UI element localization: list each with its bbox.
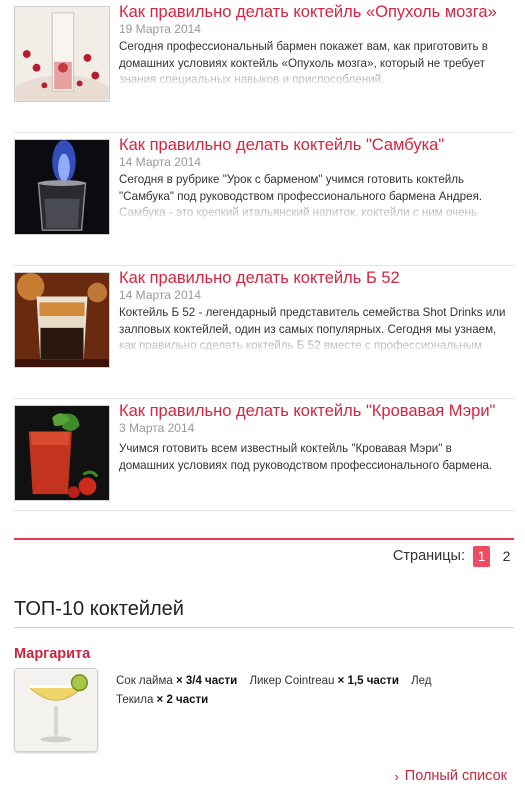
article-excerpt: Учимся готовить всем известный коктейль …	[119, 441, 510, 489]
cocktail-name-link[interactable]: Маргарита	[14, 646, 90, 662]
ingredient-name: Сок лайма	[116, 675, 173, 687]
page-2-button[interactable]: 2	[498, 546, 515, 567]
ingredient-item: Ликер Cointreau × 1,5 части	[249, 675, 398, 687]
article-title[interactable]: Как правильно делать коктейль "Кровавая …	[119, 401, 514, 421]
article-item[interactable]: Как правильно делать коктейль Б 52 14 Ма…	[14, 266, 514, 399]
article-date: 19 Марта 2014	[119, 22, 201, 36]
pagination: Страницы: 1 2	[393, 545, 515, 567]
top10-title: ТОП-10 коктейлей	[14, 598, 184, 620]
ingredient-amount: × 2 части	[156, 693, 209, 706]
article-item[interactable]: Как правильно делать коктейль «Опухоль м…	[14, 0, 514, 133]
ingredients-list: Сок лайма × 3/4 части Ликер Cointreau × …	[116, 672, 506, 709]
ingredient-item: Сок лайма × 3/4 части	[116, 675, 237, 687]
pagination-label: Страницы:	[392, 548, 465, 564]
cocktail-thumbnail-margarita[interactable]	[14, 668, 98, 752]
article-thumbnail-bloody-mary[interactable]	[14, 405, 110, 501]
full-list-label: Полный список	[404, 768, 507, 784]
chevron-right-icon: ›	[394, 768, 399, 784]
article-title[interactable]: Как правильно делать коктейль «Опухоль м…	[119, 2, 514, 22]
ingredient-amount: × 3/4 части	[175, 675, 238, 687]
top10-divider	[14, 627, 514, 628]
ingredient-name: Ликер Cointreau	[249, 675, 335, 687]
excerpt-fade	[119, 202, 510, 220]
article-date: 3 Марта 2014	[119, 421, 195, 435]
ingredient-item: Лед	[411, 675, 431, 687]
article-title[interactable]: Как правильно делать коктейль "Самбука"	[119, 135, 514, 155]
article-excerpt: Коктейль Б 52 - легендарный представител…	[119, 305, 510, 353]
article-thumbnail-brain-tumor-shot[interactable]	[14, 6, 110, 102]
ingredient-item: Текила × 2 части	[116, 694, 208, 706]
page-1-button[interactable]: 1	[473, 545, 490, 567]
article-excerpt-text: Учимся готовить всем известный коктейль …	[119, 442, 493, 472]
ingredient-name: Текила	[116, 693, 154, 706]
article-date: 14 Марта 2014	[119, 288, 201, 302]
article-thumbnail-sambuca[interactable]	[14, 139, 110, 235]
pagination-divider	[14, 538, 514, 540]
article-excerpt: Сегодня в рубрике "Урок с барменом" учим…	[119, 172, 510, 220]
ingredient-name: Лед	[411, 675, 432, 687]
article-excerpt: Сегодня профессиональный бармен покажет …	[119, 39, 510, 87]
article-thumbnail-b52[interactable]	[14, 272, 110, 368]
excerpt-fade	[119, 335, 510, 353]
ingredient-amount: × 1,5 части	[337, 675, 399, 687]
article-date: 14 Марта 2014	[119, 155, 201, 169]
full-list-link[interactable]: › Полный список	[394, 768, 507, 784]
article-title[interactable]: Как правильно делать коктейль Б 52	[119, 268, 514, 288]
article-item[interactable]: Как правильно делать коктейль "Кровавая …	[14, 399, 514, 511]
excerpt-fade	[119, 69, 510, 87]
article-item[interactable]: Как правильно делать коктейль "Самбука" …	[14, 133, 514, 266]
